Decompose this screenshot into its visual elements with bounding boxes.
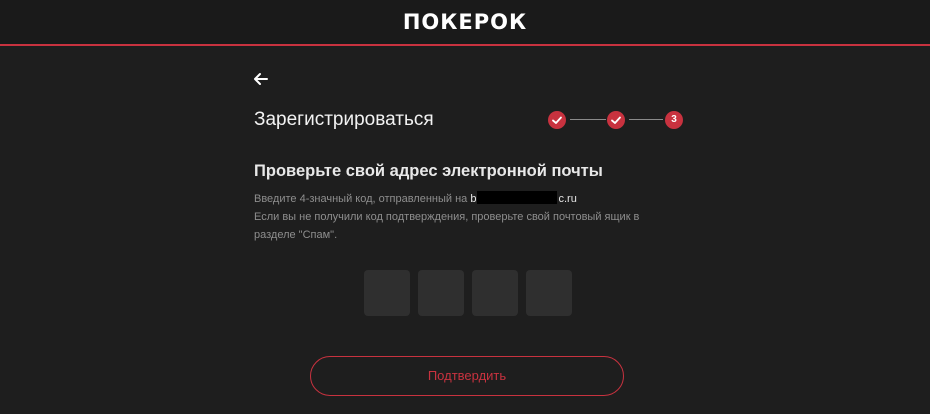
checkmark-icon	[611, 116, 621, 124]
registration-page: ПОКЕРОК Зарегистрироваться 3 Проверьте с…	[0, 0, 930, 414]
back-arrow-icon[interactable]	[250, 68, 272, 90]
brand-logo[interactable]: ПОКЕРОК	[0, 10, 930, 34]
registration-stepper: 3	[548, 111, 684, 129]
code-sent-line: Введите 4-значный код, отправленный на b…	[254, 190, 674, 208]
step-2-done	[607, 111, 625, 129]
step-3-current: 3	[665, 111, 683, 129]
step-connector	[570, 119, 606, 120]
email-visible-end: c.ru	[558, 193, 577, 205]
code-digit-4[interactable]	[526, 270, 572, 316]
top-header: ПОКЕРОК	[0, 0, 930, 46]
code-digit-2[interactable]	[418, 270, 464, 316]
step-1-done	[548, 111, 566, 129]
confirm-button[interactable]: Подтвердить	[310, 356, 624, 396]
step-connector	[629, 119, 663, 120]
email-visible-start: b	[470, 193, 477, 205]
code-digit-1[interactable]	[364, 270, 410, 316]
code-sent-prefix: Введите 4-значный код, отправленный на	[254, 193, 468, 205]
page-title: Зарегистрироваться	[254, 109, 434, 130]
spam-hint: Если вы не получили код подтверждения, п…	[254, 211, 640, 241]
instruction-text: Введите 4-значный код, отправленный на b…	[254, 190, 674, 244]
email-redaction	[477, 191, 558, 204]
checkmark-icon	[552, 116, 562, 124]
code-digit-3[interactable]	[472, 270, 518, 316]
verify-email-heading: Проверьте свой адрес электронной почты	[254, 162, 603, 180]
